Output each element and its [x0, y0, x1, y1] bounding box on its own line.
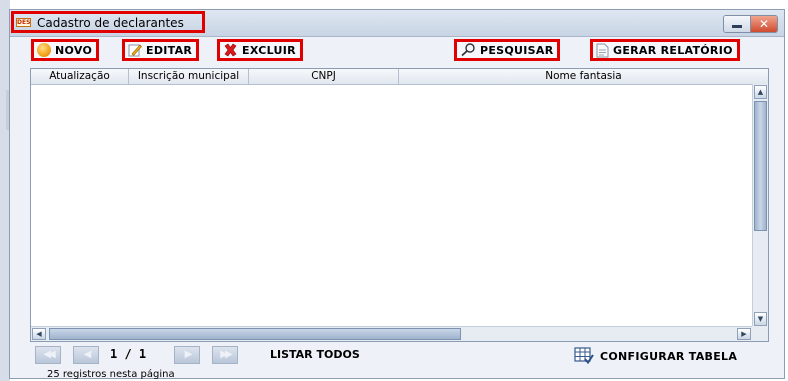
column-header-atualizacao[interactable]: Atualização — [31, 69, 129, 84]
gerar-relatorio-label: GERAR RELATÓRIO — [613, 43, 733, 57]
minimize-button[interactable] — [724, 16, 751, 32]
column-header-inscricao-municipal[interactable]: Inscrição municipal — [129, 69, 249, 84]
vertical-scroll-thumb[interactable] — [754, 101, 767, 231]
listar-todos-button[interactable]: LISTAR TODOS — [270, 348, 360, 361]
minimize-icon — [732, 25, 742, 28]
report-icon — [596, 43, 609, 58]
scroll-corner — [752, 326, 768, 341]
table-config-icon — [574, 347, 594, 365]
last-page-icon[interactable]: ▶▶ — [212, 346, 238, 364]
pesquisar-button[interactable]: PESQUISAR — [454, 39, 561, 61]
grid-header: Atualização Inscrição municipal CNPJ Nom… — [31, 69, 768, 85]
records-count: 25 registros nesta página — [47, 369, 175, 380]
close-icon: ✕ — [758, 17, 770, 31]
configurar-tabela-label: CONFIGURAR TABELA — [600, 349, 738, 363]
novo-icon — [37, 43, 51, 57]
previous-page-icon[interactable]: ◀ — [73, 346, 99, 364]
gerar-relatorio-button[interactable]: GERAR RELATÓRIO — [590, 39, 740, 61]
app-icon: DES — [16, 18, 31, 27]
data-grid[interactable]: Atualização Inscrição municipal CNPJ Nom… — [30, 68, 769, 342]
scroll-up-icon[interactable]: ▲ — [754, 85, 767, 99]
window-controls: ✕ — [723, 15, 778, 33]
edit-icon — [128, 43, 142, 57]
toolbar: NOVO EDITAR EXCLUIR PESQUISAR GERAR RELA… — [10, 37, 784, 67]
scroll-down-icon[interactable]: ▼ — [754, 312, 767, 326]
editar-button[interactable]: EDITAR — [122, 39, 200, 61]
scroll-right-icon[interactable]: ▶ — [737, 328, 751, 340]
delete-icon — [223, 43, 238, 57]
pesquisar-label: PESQUISAR — [480, 43, 554, 57]
horizontal-scroll-thumb[interactable] — [49, 328, 461, 340]
window-title: Cadastro de declarantes — [37, 16, 184, 30]
column-header-cnpj[interactable]: CNPJ — [249, 69, 399, 84]
next-page-icon[interactable]: ▶ — [174, 346, 200, 364]
excluir-button[interactable]: EXCLUIR — [217, 39, 303, 61]
declarantes-window: DES Cadastro de declarantes ✕ NOVO EDITA… — [9, 9, 785, 380]
page-indicator: 1 / 1 — [110, 347, 147, 361]
search-icon — [460, 43, 476, 57]
first-page-icon[interactable]: ◀◀ — [35, 346, 61, 364]
close-button[interactable]: ✕ — [751, 16, 777, 32]
horizontal-scrollbar[interactable]: ◀ ▶ — [31, 326, 752, 341]
excluir-label: EXCLUIR — [242, 43, 296, 57]
editar-label: EDITAR — [146, 43, 193, 57]
column-header-nome-fantasia[interactable]: Nome fantasia — [399, 69, 768, 84]
title-bar[interactable]: DES Cadastro de declarantes ✕ — [10, 10, 784, 37]
vertical-scrollbar[interactable]: ▲ ▼ — [752, 84, 768, 327]
novo-button[interactable]: NOVO — [31, 39, 100, 61]
scroll-left-icon[interactable]: ◀ — [32, 328, 46, 340]
novo-label: NOVO — [55, 43, 93, 57]
pagination-bar: ◀◀ ◀ 1 / 1 ▶ ▶▶ LISTAR TODOS CONFIGURAR … — [10, 346, 784, 368]
configurar-tabela-button[interactable]: CONFIGURAR TABELA — [574, 347, 737, 365]
